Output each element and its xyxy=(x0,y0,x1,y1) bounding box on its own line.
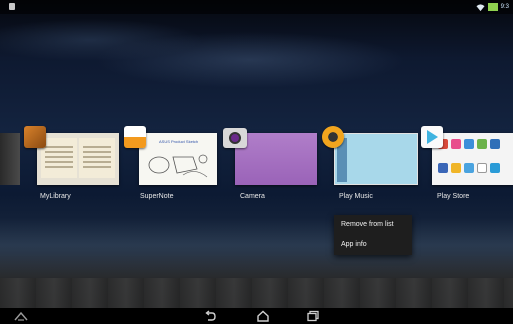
home-icon[interactable] xyxy=(256,310,270,322)
status-clock: 9:3 xyxy=(500,4,509,10)
supernote-thumbnail-heading: ASUS Product Sketch xyxy=(159,139,199,144)
status-icons: 9:3 xyxy=(476,1,509,13)
store-app-tile xyxy=(451,139,461,149)
wifi-icon xyxy=(476,3,485,11)
store-app-tile xyxy=(477,139,487,149)
recent-app-thumbnail-play-music[interactable] xyxy=(334,133,418,185)
navigation-bar xyxy=(0,308,513,324)
notification-icon xyxy=(9,3,15,10)
play-store-icon xyxy=(421,126,443,148)
asus-menu-icon[interactable] xyxy=(14,310,28,322)
mylibrary-icon xyxy=(24,126,46,148)
store-app-tile xyxy=(464,163,474,173)
recent-app-thumbnail-play-store[interactable] xyxy=(432,133,513,185)
book-page-right xyxy=(79,138,115,178)
store-app-tile xyxy=(490,163,500,173)
wallpaper-deck xyxy=(0,278,513,308)
store-app-tile xyxy=(464,139,474,149)
camera-icon xyxy=(223,128,247,148)
recent-app-label-play-store: Play Store xyxy=(437,193,470,200)
menu-item-remove-from-list[interactable]: Remove from list xyxy=(341,221,394,228)
recent-app-label-mylibrary: MyLibrary xyxy=(40,193,71,200)
wallpaper-horizon xyxy=(0,218,513,278)
book-page-left xyxy=(41,138,77,178)
supernote-sketch xyxy=(148,154,208,178)
store-app-tile xyxy=(477,163,487,173)
back-icon[interactable] xyxy=(203,310,217,322)
play-store-triangle xyxy=(427,130,438,144)
recent-app-label-play-music: Play Music xyxy=(339,193,373,200)
store-app-tile xyxy=(490,139,500,149)
battery-icon xyxy=(487,3,498,11)
recent-app-thumbnail-supernote[interactable]: ASUS Product Sketch xyxy=(139,133,217,185)
recent-app-label-supernote: SuperNote xyxy=(140,193,174,200)
recent-app-thumbnail-partial[interactable] xyxy=(0,133,20,185)
recent-app-label-camera: Camera xyxy=(240,193,265,200)
menu-item-app-info[interactable]: App info xyxy=(341,241,367,248)
store-app-tile xyxy=(438,163,448,173)
status-bar[interactable]: 9:3 xyxy=(0,0,513,14)
recent-apps-icon[interactable] xyxy=(306,310,320,322)
supernote-icon xyxy=(124,126,146,148)
context-menu: Remove from list App info xyxy=(334,215,412,255)
store-app-tile xyxy=(451,163,461,173)
recent-app-thumbnail-camera[interactable] xyxy=(235,133,317,185)
recent-app-thumbnail-mylibrary[interactable] xyxy=(37,133,119,185)
play-music-icon xyxy=(322,126,344,148)
